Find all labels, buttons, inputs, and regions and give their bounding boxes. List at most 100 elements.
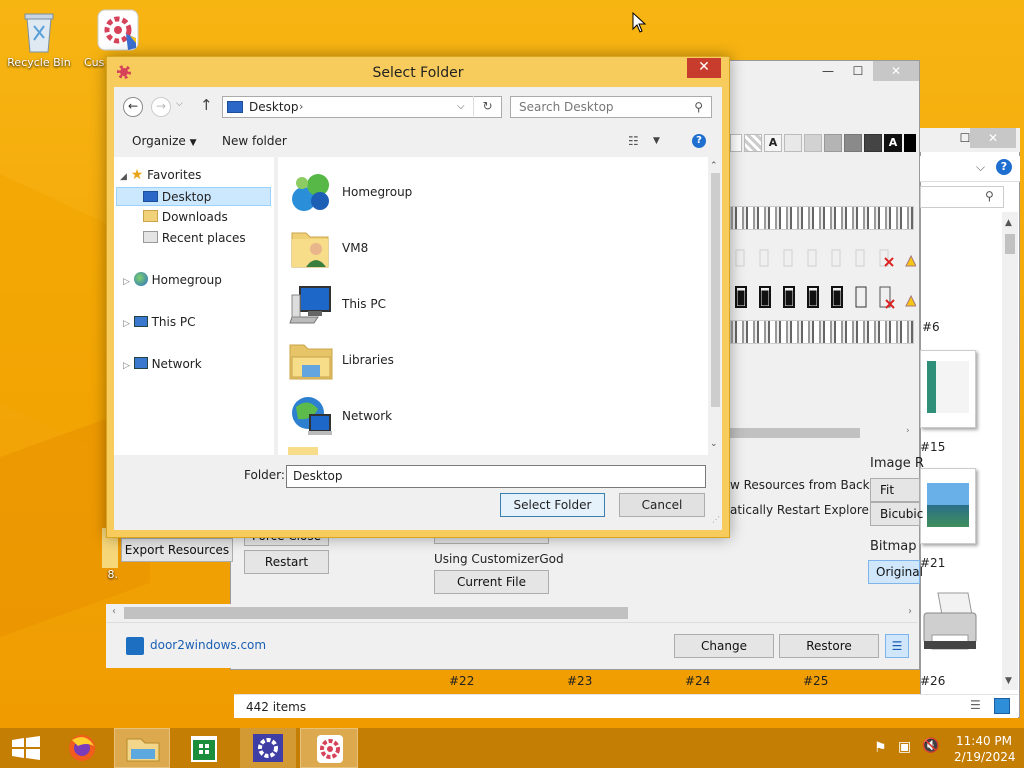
cancel-button[interactable]: Cancel	[619, 493, 705, 517]
volume-muted-icon[interactable]: 🔇	[922, 738, 939, 754]
list-item-homegroup[interactable]: Homegroup	[288, 167, 588, 219]
scroll-down-icon[interactable]: ⌄	[710, 439, 718, 449]
clock-date[interactable]: 2/19/2024	[954, 750, 1016, 764]
horizontal-scrollbar[interactable]: ›	[730, 425, 916, 441]
scroll-right-icon[interactable]: ›	[908, 606, 912, 617]
recent-locations-icon[interactable]: ⌵	[176, 99, 183, 109]
store-icon[interactable]	[178, 728, 230, 768]
new-folder-button[interactable]: New folder	[222, 127, 287, 155]
back-arrow-icon[interactable]: ←	[123, 97, 143, 117]
tree-item-homegroup[interactable]: ▷ Homegroup	[123, 271, 222, 290]
firefox-icon[interactable]	[56, 728, 108, 768]
thumbnail-image[interactable]	[920, 350, 976, 428]
expand-arrow-icon[interactable]: ▷	[123, 319, 130, 329]
battery-icon-row-full[interactable]	[730, 282, 917, 314]
help-icon[interactable]: ?	[692, 134, 706, 148]
list-item-network[interactable]: Network	[288, 391, 588, 443]
close-button[interactable]: ✕	[873, 61, 919, 81]
search-input[interactable]: ⚲	[920, 186, 1004, 208]
scroll-up-icon[interactable]: ▲	[1005, 218, 1012, 228]
scrollbar-thumb[interactable]	[1005, 234, 1015, 254]
resource-strip[interactable]	[730, 206, 914, 230]
tree-item-desktop[interactable]: Desktop	[116, 187, 271, 206]
address-text[interactable]: Desktop	[249, 97, 299, 117]
current-file-button[interactable]: Current File	[434, 570, 549, 594]
help-icon[interactable]: ?	[996, 159, 1012, 175]
color-swatch[interactable]	[824, 134, 842, 152]
scroll-left-icon[interactable]: ‹	[112, 606, 116, 617]
select-folder-button[interactable]: Select Folder	[500, 493, 605, 517]
chevron-down-icon[interactable]: ⌵	[976, 160, 985, 175]
address-bar[interactable]: Desktop › ⌵ ↻	[222, 96, 502, 118]
close-button[interactable]: ✕	[687, 58, 721, 78]
network-tray-icon[interactable]: ▣	[898, 739, 911, 755]
close-button[interactable]: ✕	[970, 128, 1016, 148]
details-view-icon[interactable]: ☰	[970, 698, 981, 712]
resize-grip-icon[interactable]: ⋰	[712, 515, 720, 524]
minimize-button[interactable]: —	[813, 61, 843, 81]
resource-strip[interactable]	[730, 320, 914, 344]
view-options-icon[interactable]: ☷	[628, 127, 639, 155]
collapse-arrow-icon[interactable]: ◢	[120, 172, 127, 182]
search-input[interactable]: Search Desktop ⚲	[510, 96, 712, 118]
list-item-this-pc[interactable]: This PC	[288, 279, 588, 331]
organize-menu[interactable]: Organize ▼	[132, 127, 197, 157]
maximize-button[interactable]: ☐	[843, 61, 873, 81]
start-button[interactable]	[0, 728, 52, 768]
chevron-down-icon[interactable]: ⌵	[457, 97, 465, 117]
thumbnail-image[interactable]	[920, 468, 976, 544]
tree-item-favorites[interactable]: ◢ ★ Favorites	[120, 166, 201, 185]
flag-icon[interactable]: ⚑	[874, 740, 887, 756]
restart-button[interactable]: Restart	[244, 550, 329, 574]
vertical-scrollbar[interactable]: ⌃ ⌄	[708, 157, 722, 455]
desktop-icon-recycle-bin[interactable]: Recycle Bin	[1, 8, 77, 69]
color-swatch[interactable]	[744, 134, 762, 152]
file-explorer-icon[interactable]	[114, 728, 170, 768]
restore-button[interactable]: Restore	[779, 634, 879, 658]
text-swatch-light[interactable]: A	[764, 134, 782, 152]
scroll-down-icon[interactable]: ▼	[1005, 676, 1012, 686]
chevron-down-icon[interactable]: ▼	[653, 127, 660, 155]
up-arrow-icon[interactable]: ↑	[200, 96, 213, 114]
tree-item-recent-places[interactable]: Recent places	[143, 229, 246, 248]
color-swatch[interactable]	[864, 134, 882, 152]
change-button[interactable]: Change	[674, 634, 774, 658]
option-restore-backup[interactable]: w Resources from Backup	[730, 478, 884, 492]
battery-icon-row-empty[interactable]	[730, 244, 917, 274]
tree-item-downloads[interactable]: Downloads	[143, 208, 228, 227]
original-button[interactable]: Original	[868, 560, 923, 584]
scrollbar[interactable]: ▲ ▼	[1002, 212, 1018, 690]
color-swatch[interactable]	[784, 134, 802, 152]
tree-item-network[interactable]: ▷ Network	[123, 355, 202, 374]
text-swatch-dark[interactable]: A	[884, 134, 902, 152]
settings-gear-icon[interactable]	[240, 728, 296, 768]
bicubic-button[interactable]: Bicubic	[870, 502, 923, 526]
expand-arrow-icon[interactable]: ▷	[123, 277, 130, 287]
expand-arrow-icon[interactable]: ▷	[123, 361, 130, 371]
color-swatch[interactable]	[730, 134, 742, 152]
color-swatch[interactable]	[904, 134, 916, 152]
option-auto-restart[interactable]: atically Restart Explorer	[730, 503, 874, 517]
refresh-icon[interactable]: ↻	[473, 96, 501, 116]
clock-time[interactable]: 11:40 PM	[956, 734, 1012, 748]
forward-arrow-icon[interactable]: →	[151, 97, 171, 117]
breadcrumb-chevron-icon[interactable]: ›	[299, 97, 303, 117]
color-swatch[interactable]	[844, 134, 862, 152]
list-item-libraries[interactable]: Libraries	[288, 335, 588, 387]
export-resources-button[interactable]: Export Resources	[121, 538, 233, 562]
scroll-right-icon[interactable]: ›	[906, 426, 910, 436]
door2windows-link[interactable]: door2windows.com	[150, 638, 266, 652]
fit-resize-button[interactable]: Fit Resiz	[870, 478, 920, 519]
customizergod-taskbar-icon[interactable]	[300, 728, 358, 768]
folder-input[interactable]: Desktop	[286, 465, 706, 488]
scroll-up-icon[interactable]: ⌃	[710, 161, 718, 171]
scrollbar-thumb[interactable]	[711, 173, 720, 407]
color-swatch[interactable]	[804, 134, 822, 152]
tree-item-this-pc[interactable]: ▷ This PC	[123, 313, 196, 332]
list-item-vm8[interactable]: VM8	[288, 223, 588, 275]
menu-icon[interactable]: ☰	[885, 634, 909, 658]
thumbnail-view-icon[interactable]	[994, 698, 1010, 714]
horizontal-scrollbar[interactable]: ‹ ›	[106, 604, 918, 622]
scrollbar-thumb[interactable]	[730, 428, 860, 438]
scrollbar-thumb[interactable]	[124, 607, 628, 619]
